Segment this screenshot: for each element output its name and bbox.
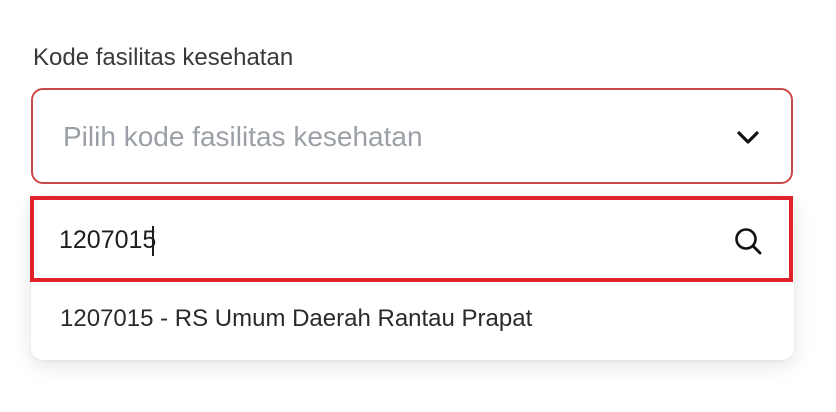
- search-icon[interactable]: [733, 226, 763, 256]
- option-label: 1207015 - RS Umum Daerah Rantau Prapat: [60, 305, 533, 332]
- dropdown-panel: 1207015 - RS Umum Daerah Rantau Prapat: [30, 196, 794, 360]
- search-input[interactable]: [59, 222, 699, 258]
- text-cursor: [152, 226, 154, 256]
- option-item[interactable]: 1207015 - RS Umum Daerah Rantau Prapat: [31, 292, 794, 352]
- field-label: Kode fasilitas kesehatan: [33, 44, 294, 71]
- chevron-down-icon[interactable]: [735, 126, 761, 148]
- search-box: [30, 196, 793, 282]
- select-placeholder: Pilih kode fasilitas kesehatan: [63, 121, 423, 152]
- facility-code-select[interactable]: Pilih kode fasilitas kesehatan: [31, 88, 793, 184]
